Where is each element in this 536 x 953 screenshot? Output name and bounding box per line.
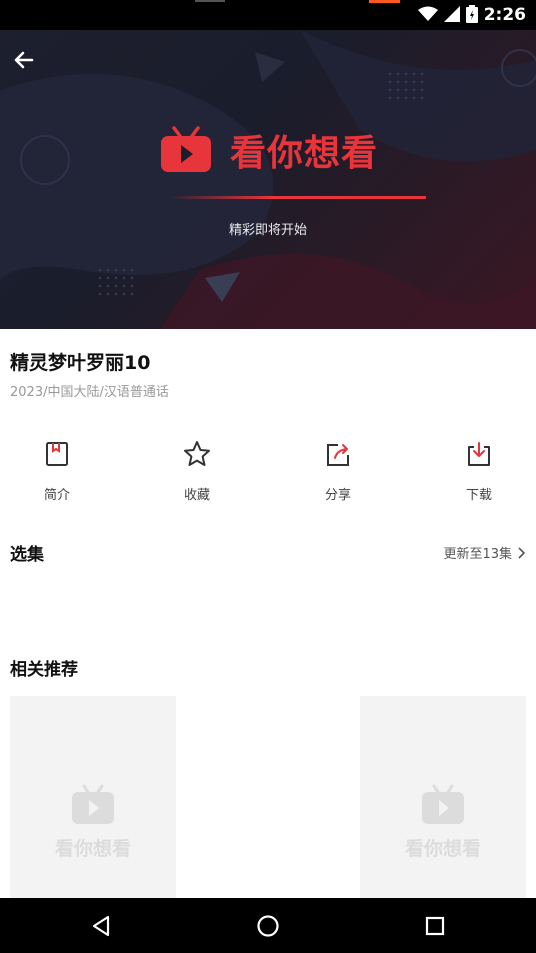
download-button[interactable]: 下载 [439, 438, 519, 503]
battery-icon [466, 5, 478, 23]
share-label: 分享 [324, 488, 351, 503]
player-status-text: 精彩即将开始 [228, 223, 307, 238]
back-arrow-icon[interactable] [10, 46, 38, 74]
logo-text: 看你想看 [230, 133, 379, 174]
navigation-bar [0, 898, 536, 953]
episodes-heading: 选集 [10, 545, 44, 565]
logo-underline [168, 196, 426, 199]
share-icon [327, 444, 349, 466]
wifi-icon [418, 6, 438, 21]
signal-icon [444, 6, 460, 22]
nav-recents-icon[interactable] [421, 912, 449, 940]
tv-logo-icon [161, 126, 211, 172]
recommend-heading: 相关推荐 [10, 660, 78, 680]
star-icon [184, 441, 210, 466]
status-bar: 2:26 [0, 0, 536, 30]
chevron-right-icon [518, 546, 526, 559]
nav-back-icon[interactable] [88, 912, 116, 940]
episodes-header: 选集 更新至13集 [10, 540, 526, 565]
download-label: 下载 [465, 488, 492, 503]
video-title: 精灵梦叶罗丽10 [10, 352, 151, 374]
status-indicator [369, 0, 400, 3]
status-time: 2:26 [483, 5, 526, 25]
nav-home-icon[interactable] [254, 912, 282, 940]
player-logo: 看你想看 [160, 124, 378, 176]
status-divider [195, 0, 225, 2]
intro-icon [46, 442, 68, 466]
favorite-label: 收藏 [183, 488, 210, 503]
video-meta: 2023/中国大陆/汉语普通话 [10, 385, 169, 400]
episodes-more-link[interactable]: 更新至13集 [443, 543, 526, 562]
recommend-header: 相关推荐 [10, 655, 526, 680]
video-info: 精灵梦叶罗丽10 2023/中国大陆/汉语普通话 [10, 348, 169, 400]
favorite-button[interactable]: 收藏 [157, 438, 237, 503]
action-row: 简介 收藏 分享 下载 [0, 438, 536, 503]
intro-label: 简介 [43, 488, 70, 503]
background-decoration [0, 30, 536, 329]
tv-placeholder-icon [422, 784, 464, 824]
recommend-card[interactable]: 看你想看 [10, 696, 176, 900]
intro-button[interactable]: 简介 [17, 438, 97, 503]
download-icon [468, 442, 490, 466]
share-button[interactable]: 分享 [298, 438, 378, 503]
video-player[interactable]: 看你想看 精彩即将开始 [0, 30, 536, 329]
tv-placeholder-icon [72, 784, 114, 824]
card-placeholder-text: 看你想看 [54, 838, 131, 860]
recommend-card[interactable]: 看你想看 [360, 696, 526, 900]
episodes-update-text: 更新至13集 [443, 547, 512, 562]
card-placeholder-text: 看你想看 [404, 838, 481, 860]
status-icons [418, 5, 478, 23]
